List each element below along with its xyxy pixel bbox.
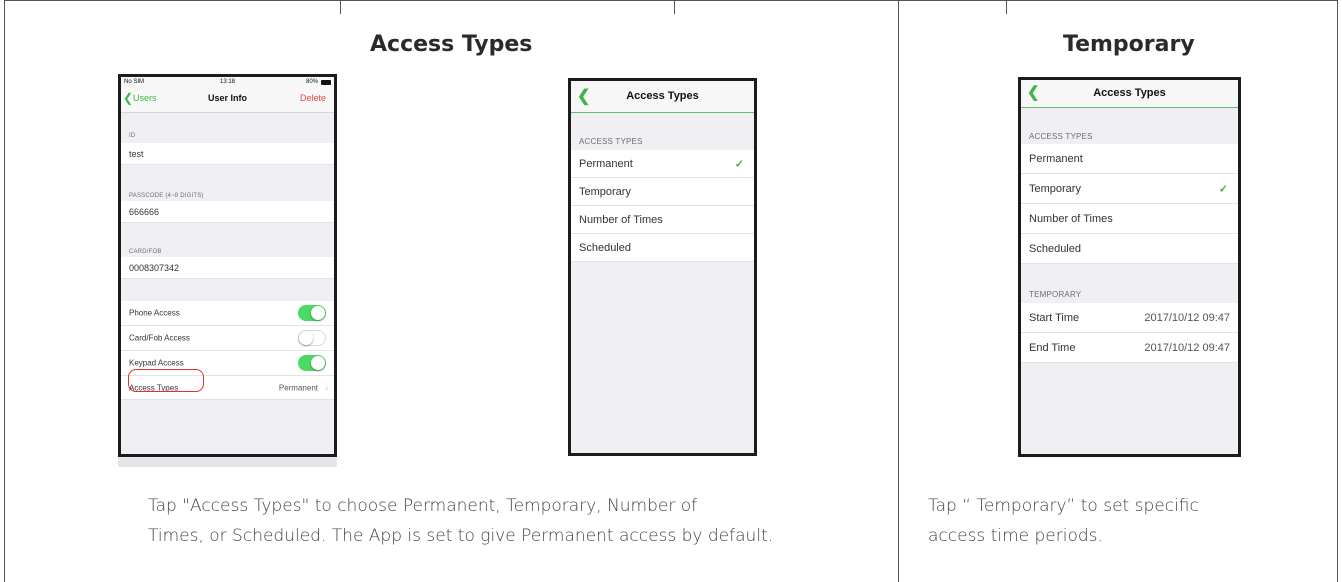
phone-access-label: Phone Access <box>129 308 180 318</box>
access-types-section-header: ACCESS TYPES <box>579 137 643 146</box>
checkmark-icon: ✓ <box>1218 183 1228 195</box>
card-access-toggle[interactable] <box>298 330 326 346</box>
start-time-row[interactable]: Start Time 2017/10/12 09:47 <box>1021 303 1238 333</box>
card-access-label: Card/Fob Access <box>129 333 190 343</box>
id-value: test <box>129 148 144 159</box>
temporary-section-header: TEMPORARY <box>1029 290 1082 299</box>
option-label: Scheduled <box>1029 242 1081 255</box>
start-time-value: 2017/10/12 09:47 <box>1144 311 1230 324</box>
top-tick <box>1006 0 1007 14</box>
status-time: 13:18 <box>219 79 235 85</box>
option-temporary[interactable]: Temporary ✓ <box>1021 174 1238 204</box>
option-label: Temporary <box>1029 182 1081 195</box>
section-title-temporary: Temporary <box>1063 32 1195 57</box>
option-label: Permanent <box>579 157 633 170</box>
phone-screenshot-access-types-permanent: ❮ Access Types ACCESS TYPES Permanent ✓ … <box>568 78 757 456</box>
option-number-of-times[interactable]: Number of Times <box>571 206 754 234</box>
end-time-label: End Time <box>1029 341 1076 354</box>
access-types-highlight <box>128 369 204 392</box>
option-label: Scheduled <box>579 241 631 254</box>
access-types-section-header: ACCESS TYPES <box>1029 132 1093 141</box>
nav-bar: ❮ Access Types <box>571 81 754 113</box>
phone-screenshot-bottom <box>118 457 337 467</box>
option-label: Number of Times <box>1029 212 1113 225</box>
option-permanent[interactable]: Permanent <box>1021 144 1238 174</box>
option-permanent[interactable]: Permanent ✓ <box>571 150 754 178</box>
nav-title: Access Types <box>626 90 699 102</box>
phone-access-row: Phone Access <box>121 301 334 326</box>
status-and-nav-bar: No SIM 13:18 80% ❮ Users User Info Delet… <box>121 77 334 113</box>
phone-access-toggle[interactable] <box>298 305 326 321</box>
card-field[interactable]: 0008307342 <box>121 257 334 279</box>
top-tick <box>340 0 341 14</box>
keypad-access-label: Keypad Access <box>129 358 184 368</box>
end-time-row[interactable]: End Time 2017/10/12 09:47 <box>1021 333 1238 363</box>
option-label: Temporary <box>579 185 631 198</box>
end-time-value: 2017/10/12 09:47 <box>1144 341 1230 354</box>
access-types-value: Permanent <box>278 383 318 392</box>
section-divider <box>898 0 899 582</box>
caption-line-2: Times, or Scheduled. The App is set to g… <box>148 526 774 546</box>
chevron-right-icon: › <box>325 383 328 392</box>
caption-line-1: Tap “ Temporary” to set specific <box>928 496 1199 516</box>
card-value: 0008307342 <box>129 262 180 273</box>
nav-title: Access Types <box>1093 87 1166 99</box>
phone-screenshot-user-info: No SIM 13:18 80% ❮ Users User Info Delet… <box>118 74 337 457</box>
card-access-row: Card/Fob Access <box>121 326 334 351</box>
phone-screenshot-temporary: ❮ Access Types ACCESS TYPES Permanent Te… <box>1018 77 1241 457</box>
card-header: CARD/FOB <box>129 249 162 255</box>
caption-line-2: access time periods. <box>928 526 1103 546</box>
start-time-label: Start Time <box>1029 311 1080 324</box>
passcode-value: 666666 <box>129 206 160 217</box>
keypad-access-toggle[interactable] <box>298 355 326 371</box>
option-temporary[interactable]: Temporary <box>571 178 754 206</box>
top-tick <box>674 0 675 14</box>
status-battery: 80% <box>305 79 318 85</box>
id-header: ID <box>129 133 136 139</box>
caption-line-1: Tap "Access Types" to choose Permanent, … <box>148 496 698 516</box>
section-title-access-types: Access Types <box>370 32 533 57</box>
delete-button[interactable]: Delete <box>300 93 326 103</box>
passcode-header: PASSCODE (4~8 DIGITS) <box>129 193 204 199</box>
id-field[interactable]: test <box>121 143 334 165</box>
battery-icon <box>321 80 331 85</box>
checkmark-icon: ✓ <box>734 158 744 170</box>
option-number-of-times[interactable]: Number of Times <box>1021 204 1238 234</box>
option-scheduled[interactable]: Scheduled <box>571 234 754 262</box>
option-label: Permanent <box>1029 152 1083 165</box>
nav-bar: ❮ Access Types <box>1021 80 1238 108</box>
option-scheduled[interactable]: Scheduled <box>1021 234 1238 264</box>
option-label: Number of Times <box>579 213 663 226</box>
passcode-field[interactable]: 666666 <box>121 201 334 223</box>
